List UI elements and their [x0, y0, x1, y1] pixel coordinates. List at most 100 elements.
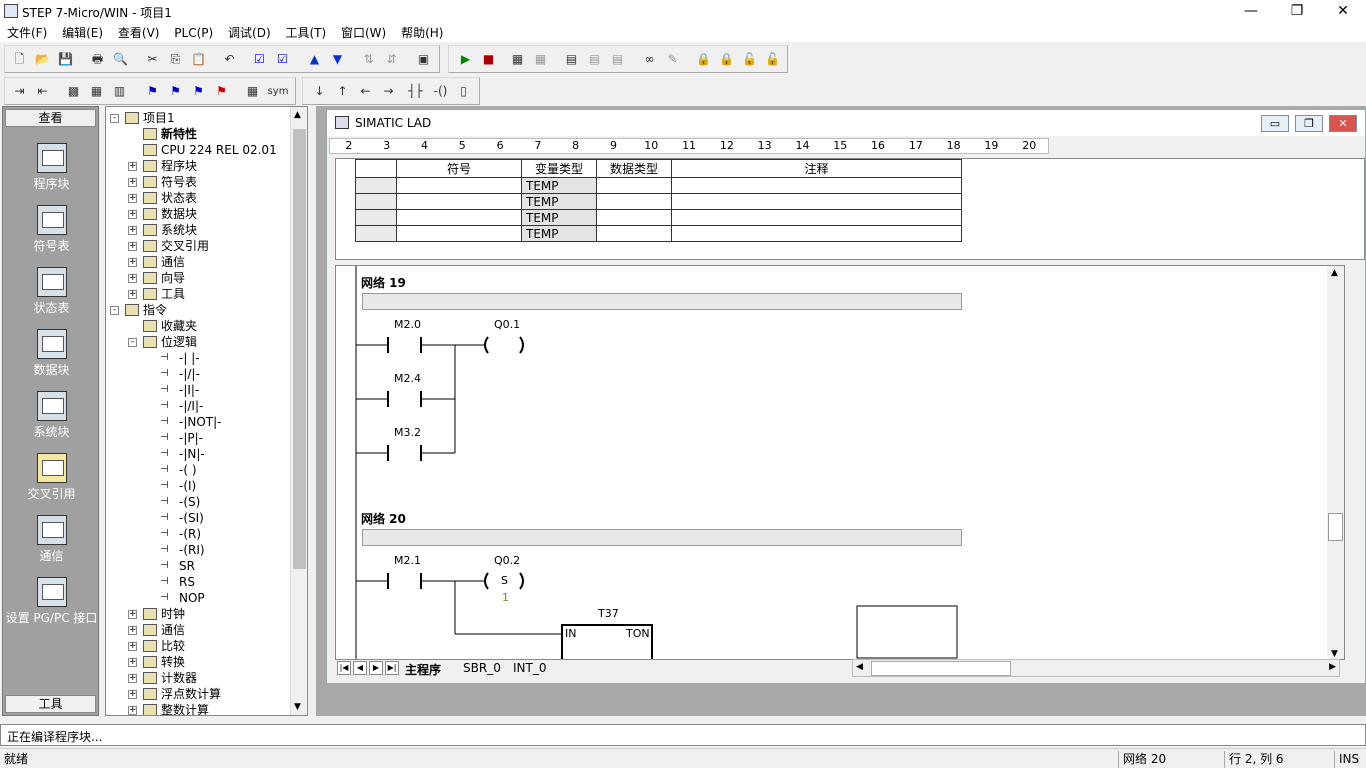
- vt-cell[interactable]: TEMP: [521, 193, 597, 210]
- close-button[interactable]: ✕: [1320, 0, 1366, 22]
- expand-icon[interactable]: +: [128, 242, 137, 251]
- first-tab-icon[interactable]: |◀: [337, 661, 351, 675]
- ladder-horizontal-scrollbar[interactable]: ◀ ▶: [852, 659, 1340, 677]
- tab-sbr0[interactable]: SBR_0: [463, 661, 501, 675]
- unforce-all-icon[interactable]: 🔓: [741, 51, 758, 68]
- scroll-right-icon[interactable]: ▶: [1329, 662, 1336, 672]
- vt-row[interactable]: TEMP: [355, 193, 962, 210]
- right-line-icon[interactable]: →: [380, 83, 397, 100]
- scroll-down-icon[interactable]: ▼: [1331, 649, 1338, 659]
- navigation-bar-footer[interactable]: 工具: [5, 695, 96, 713]
- expand-icon[interactable]: +: [128, 162, 137, 171]
- paste-icon[interactable]: 📋: [190, 51, 207, 68]
- vt-cell[interactable]: [396, 193, 522, 210]
- vt-cell[interactable]: [596, 209, 672, 226]
- expand-icon[interactable]: +: [128, 626, 137, 635]
- scroll-left-icon[interactable]: ◀: [856, 662, 863, 672]
- stop-icon[interactable]: ■: [480, 51, 497, 68]
- menu-plc[interactable]: PLC(P): [167, 24, 213, 40]
- upload-icon[interactable]: ▲: [306, 51, 323, 68]
- vt-cell[interactable]: [671, 209, 962, 226]
- vt-cell[interactable]: [355, 225, 397, 242]
- remove-bookmarks-icon[interactable]: ⚑: [213, 83, 230, 100]
- collapse-icon[interactable]: -: [110, 306, 119, 315]
- coil-q0-1-left[interactable]: [484, 336, 489, 354]
- vt-cell[interactable]: [596, 177, 672, 194]
- horizontal-scroll-thumb[interactable]: [871, 661, 1011, 676]
- tab-main[interactable]: 主程序: [405, 661, 441, 678]
- maximize-button[interactable]: ❐: [1274, 0, 1320, 22]
- previous-bookmark-icon[interactable]: ⚑: [190, 83, 207, 100]
- delete-network-icon[interactable]: ⇤: [34, 83, 51, 100]
- coil-q0-2-left[interactable]: [484, 572, 489, 590]
- editor-restore-button[interactable]: ❐: [1295, 115, 1323, 132]
- tree-scrollbar[interactable]: ▲ ▼: [290, 107, 307, 715]
- vt-row[interactable]: TEMP: [355, 225, 962, 242]
- vt-cell[interactable]: [671, 225, 962, 242]
- symbol-addressing-button[interactable]: sym: [267, 83, 289, 100]
- copy-icon[interactable]: ⎘: [167, 51, 184, 68]
- left-line-icon[interactable]: ←: [357, 83, 374, 100]
- expand-icon[interactable]: +: [128, 290, 137, 299]
- menu-edit[interactable]: 编辑(E): [55, 22, 103, 41]
- network-19-comment[interactable]: [362, 293, 962, 310]
- cut-icon[interactable]: ✂: [144, 51, 161, 68]
- sort-desc-icon[interactable]: ⇵: [383, 51, 400, 68]
- undo-icon[interactable]: ↶: [221, 51, 238, 68]
- scroll-up-icon[interactable]: ▲: [1331, 268, 1338, 278]
- vt-cell[interactable]: [396, 209, 522, 226]
- next-tab-icon[interactable]: ▶: [369, 661, 383, 675]
- pause-trend-icon[interactable]: ✎: [664, 51, 681, 68]
- vt-cell[interactable]: [671, 193, 962, 210]
- ladder-editor[interactable]: 网络 19 M2.0 Q0.1 M2.4 M3.2 网络 20 M2.1 Q0.…: [335, 265, 1345, 660]
- menu-tools[interactable]: 工具(T): [278, 22, 326, 41]
- options-icon[interactable]: ▣: [415, 51, 432, 68]
- down-line-icon[interactable]: ↓: [311, 83, 328, 100]
- chart-status-icon[interactable]: ▤: [563, 51, 580, 68]
- expand-icon[interactable]: +: [128, 658, 137, 667]
- tree-scroll-thumb[interactable]: [293, 129, 306, 569]
- menu-window[interactable]: 窗口(W): [334, 22, 386, 41]
- nav-cross-reference[interactable]: 交叉引用: [3, 453, 100, 502]
- trend-view-icon[interactable]: ∞: [641, 51, 658, 68]
- menu-help[interactable]: 帮助(H): [394, 22, 443, 41]
- save-all-icon[interactable]: 💾: [57, 51, 74, 68]
- vt-cell[interactable]: [396, 225, 522, 242]
- menu-view[interactable]: 查看(V): [111, 22, 160, 41]
- expand-icon[interactable]: +: [128, 178, 137, 187]
- up-line-icon[interactable]: ↑: [334, 83, 351, 100]
- vt-row[interactable]: TEMP: [355, 177, 962, 194]
- ladder-vertical-scrollbar[interactable]: ▲ ▼: [1327, 266, 1344, 659]
- open-icon[interactable]: 📂: [34, 51, 51, 68]
- cursor-box[interactable]: [856, 605, 958, 659]
- vt-cell[interactable]: TEMP: [521, 177, 597, 194]
- next-bookmark-icon[interactable]: ⚑: [167, 83, 184, 100]
- vt-cell[interactable]: [355, 177, 397, 194]
- symbol-table-apply-icon[interactable]: ▦: [244, 83, 261, 100]
- coil-icon[interactable]: -(): [432, 83, 449, 100]
- vt-cell[interactable]: [596, 193, 672, 210]
- expand-icon[interactable]: +: [128, 258, 137, 267]
- download-icon[interactable]: ▼: [329, 51, 346, 68]
- run-icon[interactable]: ▶: [457, 51, 474, 68]
- vt-cell[interactable]: [355, 193, 397, 210]
- vt-cell[interactable]: [355, 209, 397, 226]
- vt-row[interactable]: TEMP: [355, 209, 962, 226]
- menu-debug[interactable]: 调试(D): [221, 22, 271, 41]
- nav-data-block[interactable]: 数据块: [3, 329, 100, 378]
- navigation-bar-header[interactable]: 查看: [5, 109, 96, 127]
- program-status-icon[interactable]: ▦: [509, 51, 526, 68]
- write-all-icon[interactable]: ▤: [609, 51, 626, 68]
- nav-set-pg-pc-interface[interactable]: 设置 PG/PC 接口: [3, 577, 100, 626]
- expand-icon[interactable]: +: [128, 690, 137, 699]
- compile-all-icon[interactable]: ☑: [274, 51, 291, 68]
- vt-cell[interactable]: TEMP: [521, 209, 597, 226]
- vt-cell[interactable]: TEMP: [521, 225, 597, 242]
- expand-icon[interactable]: +: [128, 226, 137, 235]
- editor-close-button[interactable]: ✕: [1329, 115, 1357, 132]
- compile-icon[interactable]: ☑: [251, 51, 268, 68]
- insert-network-icon[interactable]: ⇥: [11, 83, 28, 100]
- tab-int0[interactable]: INT_0: [513, 661, 546, 675]
- vt-cell[interactable]: [596, 225, 672, 242]
- expand-icon[interactable]: +: [128, 610, 137, 619]
